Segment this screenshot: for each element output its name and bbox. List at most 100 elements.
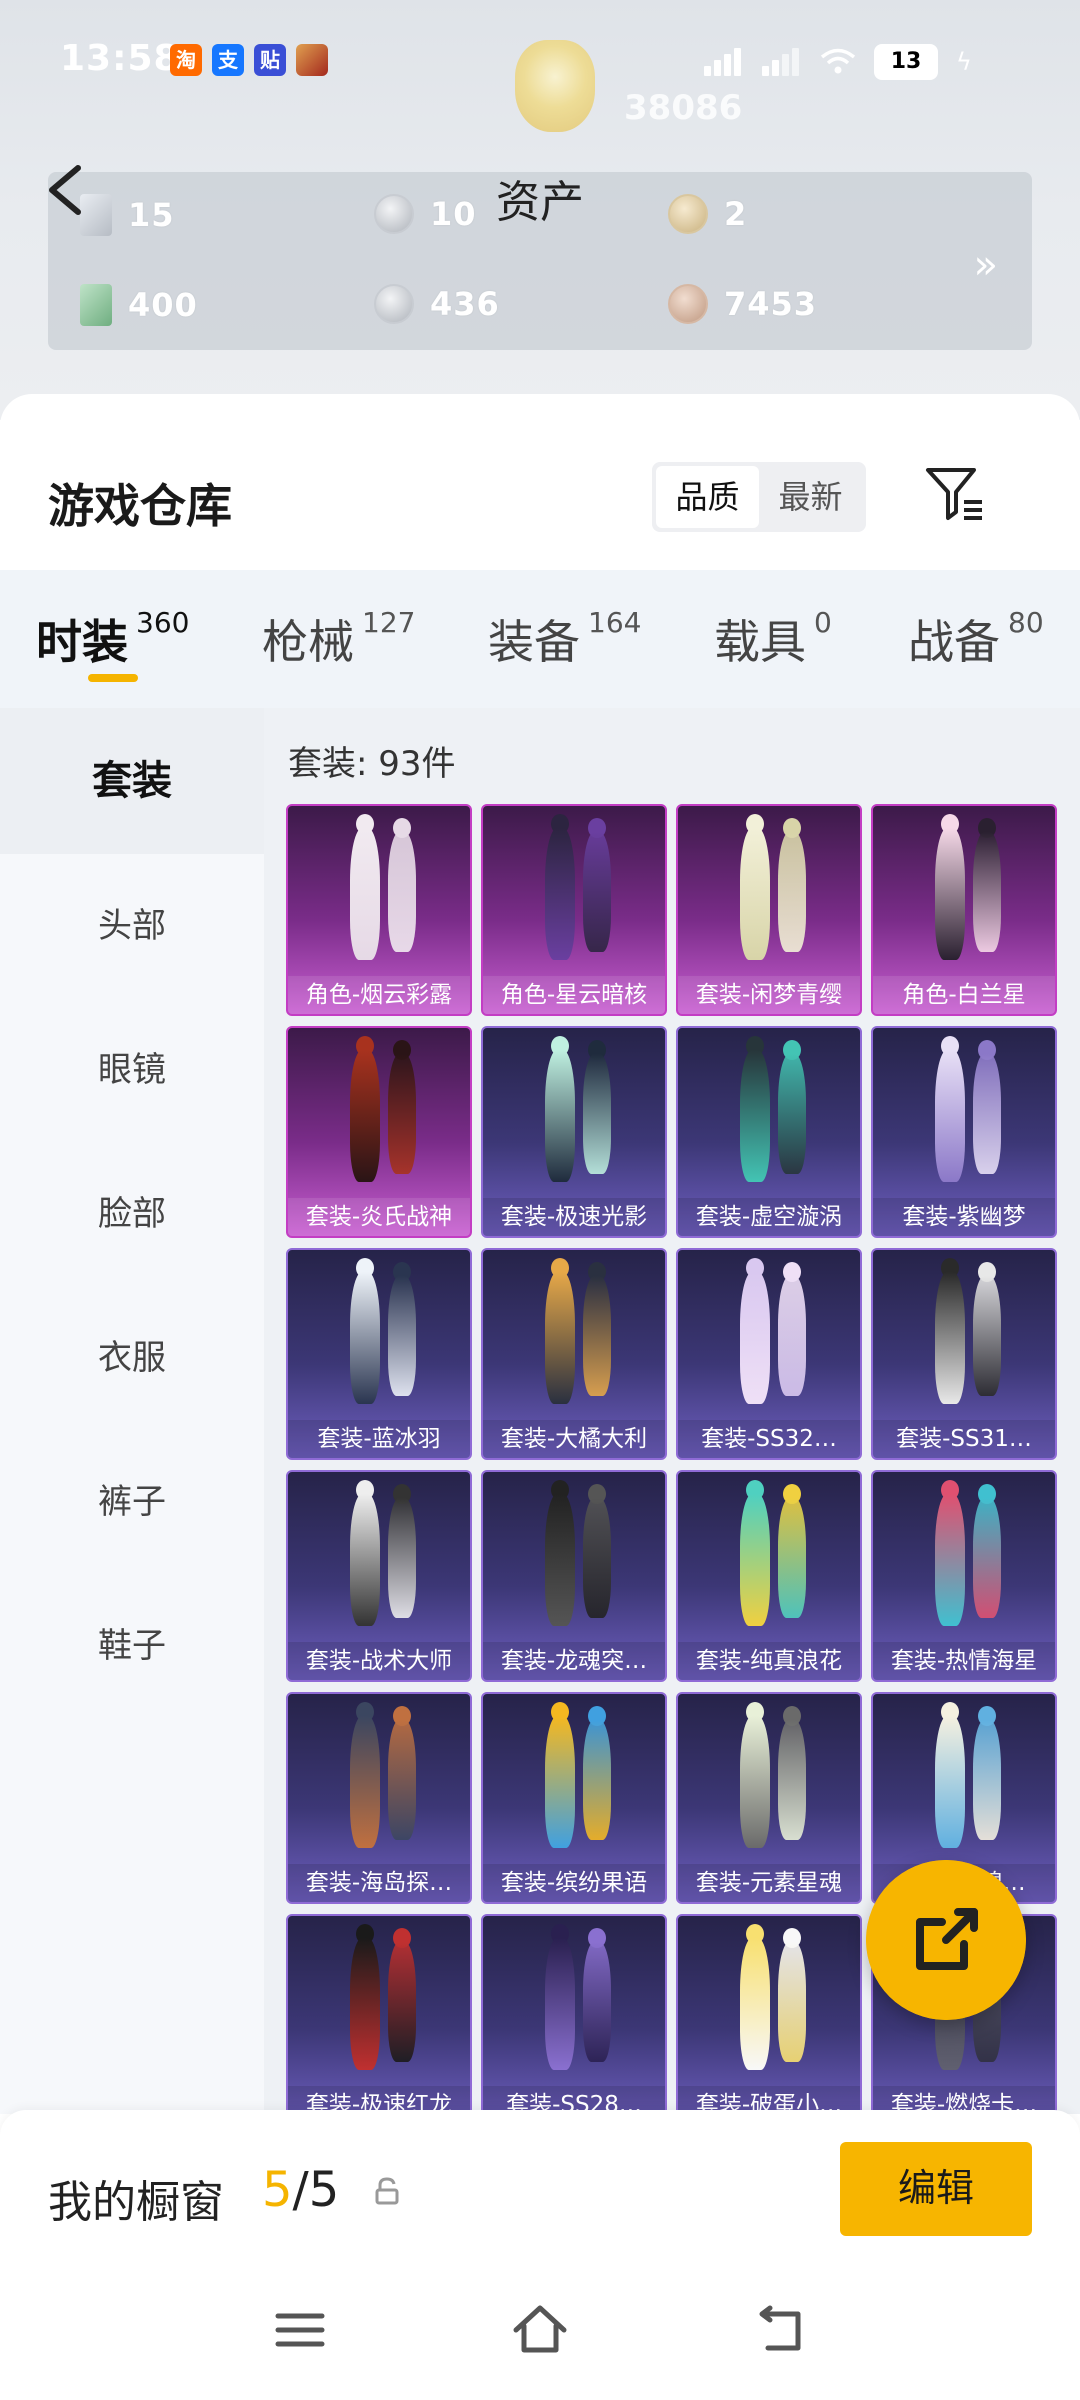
tab-equipment[interactable]: 装备 164 <box>488 606 641 672</box>
tab-vehicles[interactable]: 载具 0 <box>714 606 832 672</box>
showcase-separator: / <box>292 2162 309 2218</box>
item-figure-image <box>483 1472 665 1642</box>
item-card[interactable]: 套装-战术大师 <box>286 1470 472 1682</box>
asset-value: 7453 <box>724 285 818 323</box>
charging-icon: ϟ <box>956 48 972 76</box>
share-button[interactable] <box>866 1860 1026 2020</box>
item-name: 套装-缤纷果语 <box>483 1864 665 1902</box>
item-figure-image <box>678 1028 860 1198</box>
asset-value: 436 <box>430 285 500 323</box>
sidebar-item-face[interactable]: 脸部 <box>0 1142 264 1286</box>
sidebar-item-suit[interactable]: 套装 <box>0 708 264 854</box>
tab-count: 164 <box>588 606 642 639</box>
tab-label: 枪械 <box>262 615 354 669</box>
item-figure-image <box>288 1472 470 1642</box>
item-figure-image <box>678 806 860 976</box>
subcategory-sidebar: 套装 头部 眼镜 脸部 衣服 裤子 鞋子 <box>0 708 264 2114</box>
item-card[interactable]: 套装-海岛探… <box>286 1692 472 1904</box>
asset-item: 436 <box>374 284 500 324</box>
item-name: 套装-虚空漩涡 <box>678 1198 860 1236</box>
back-icon[interactable] <box>750 2300 810 2360</box>
item-card[interactable]: 套装-龙魂突… <box>481 1470 667 1682</box>
item-card[interactable]: 套装-紫幽梦 <box>871 1026 1057 1238</box>
item-name: 套装-大橘大利 <box>483 1420 665 1458</box>
item-figure-image <box>288 1694 470 1864</box>
item-card[interactable]: 套装-极速光影 <box>481 1026 667 1238</box>
tab-count: 80 <box>1008 606 1044 639</box>
item-figure-image <box>678 1694 860 1864</box>
item-card[interactable]: 套装-SS32… <box>676 1248 862 1460</box>
warehouse-title: 游戏仓库 <box>48 479 232 533</box>
item-card[interactable]: 套装-破蛋小… <box>676 1914 862 2114</box>
showcase-count: 5/5 <box>262 2162 339 2218</box>
item-name: 套装-海岛探… <box>288 1864 470 1902</box>
item-card[interactable]: 角色-星云暗核 <box>481 804 667 1016</box>
tab-count: 360 <box>136 606 190 639</box>
system-nav-bar <box>0 2260 1080 2400</box>
item-name: 角色-烟云彩露 <box>288 976 470 1014</box>
item-card[interactable]: 套装-SS28… <box>481 1914 667 2114</box>
tab-guns[interactable]: 枪械 127 <box>262 606 415 672</box>
green-card-icon <box>80 284 112 326</box>
item-card[interactable]: 套装-大橘大利 <box>481 1248 667 1460</box>
item-card[interactable]: 套装-蓝冰羽 <box>286 1248 472 1460</box>
tab-label: 时装 <box>36 615 128 669</box>
sidebar-item-shoes[interactable]: 鞋子 <box>0 1574 264 1718</box>
item-name: 套装-炎氏战神 <box>288 1198 470 1236</box>
item-card[interactable]: 套装-极速红龙 <box>286 1914 472 2114</box>
signal-icon <box>704 48 744 76</box>
sidebar-item-head[interactable]: 头部 <box>0 854 264 998</box>
status-time: 13:58 <box>60 38 180 79</box>
tab-battle-gear[interactable]: 战备 80 <box>908 606 1044 672</box>
item-name: 角色-星云暗核 <box>483 976 665 1014</box>
item-card[interactable]: 套装-纯真浪花 <box>676 1470 862 1682</box>
item-card[interactable]: 角色-白兰星 <box>871 804 1057 1016</box>
item-name: 套装-极速光影 <box>483 1198 665 1236</box>
item-figure-image <box>873 1694 1055 1864</box>
item-card[interactable]: 套装-SS31… <box>871 1248 1057 1460</box>
warehouse-sheet: 游戏仓库 品质 最新 时装 360 枪械 127 装备 164 载具 0 战备 … <box>0 394 1080 2114</box>
sort-latest-option[interactable]: 最新 <box>759 466 862 528</box>
item-figure-image <box>678 1916 860 2086</box>
item-card[interactable]: 套装-闲梦青缨 <box>676 804 862 1016</box>
double-chevron-right-icon[interactable]: » <box>974 242 998 288</box>
item-name: 套装-蓝冰羽 <box>288 1420 470 1458</box>
item-figure-image <box>288 806 470 976</box>
item-card[interactable]: 套装-炎氏战神 <box>286 1026 472 1238</box>
item-card[interactable]: 套装-元素星魂 <box>676 1692 862 1904</box>
item-name: 套装-纯真浪花 <box>678 1642 860 1680</box>
sidebar-item-pants[interactable]: 裤子 <box>0 1430 264 1574</box>
item-figure-image <box>483 1694 665 1864</box>
item-name: 套装-热情海星 <box>873 1642 1055 1680</box>
showcase-current: 5 <box>262 2162 293 2218</box>
item-figure-image <box>288 1028 470 1198</box>
tieba-app-icon: 贴 <box>254 44 286 76</box>
item-figure-image <box>873 806 1055 976</box>
battery-indicator: 13 <box>874 44 938 80</box>
active-tab-indicator <box>88 674 138 682</box>
item-card[interactable]: 角色-烟云彩露 <box>286 804 472 1016</box>
tab-count: 0 <box>814 606 832 639</box>
copper-coin-icon <box>668 284 708 324</box>
tab-fashion[interactable]: 时装 360 <box>36 606 189 672</box>
item-figure-image <box>483 1250 665 1420</box>
item-figure-image <box>288 1250 470 1420</box>
showcase-bar: 我的橱窗 5/5 编辑 <box>0 2110 1080 2260</box>
menu-icon[interactable] <box>270 2300 330 2360</box>
signal-icon <box>762 48 802 76</box>
sidebar-item-clothes[interactable]: 衣服 <box>0 1286 264 1430</box>
item-name: 角色-白兰星 <box>873 976 1055 1014</box>
item-name: 套装-龙魂突… <box>483 1642 665 1680</box>
sidebar-item-glasses[interactable]: 眼镜 <box>0 998 264 1142</box>
showcase-label: 我的橱窗 <box>48 2177 224 2228</box>
filter-icon[interactable] <box>924 464 986 524</box>
item-card[interactable]: 套装-虚空漩涡 <box>676 1026 862 1238</box>
category-tabs: 时装 360 枪械 127 装备 164 载具 0 战备 80 <box>0 570 1080 708</box>
sort-quality-option[interactable]: 品质 <box>656 466 759 528</box>
game-app-icon <box>296 44 328 76</box>
tab-count: 127 <box>362 606 416 639</box>
edit-button[interactable]: 编辑 <box>840 2142 1032 2236</box>
item-card[interactable]: 套装-缤纷果语 <box>481 1692 667 1904</box>
item-card[interactable]: 套装-热情海星 <box>871 1470 1057 1682</box>
home-icon[interactable] <box>510 2300 570 2360</box>
